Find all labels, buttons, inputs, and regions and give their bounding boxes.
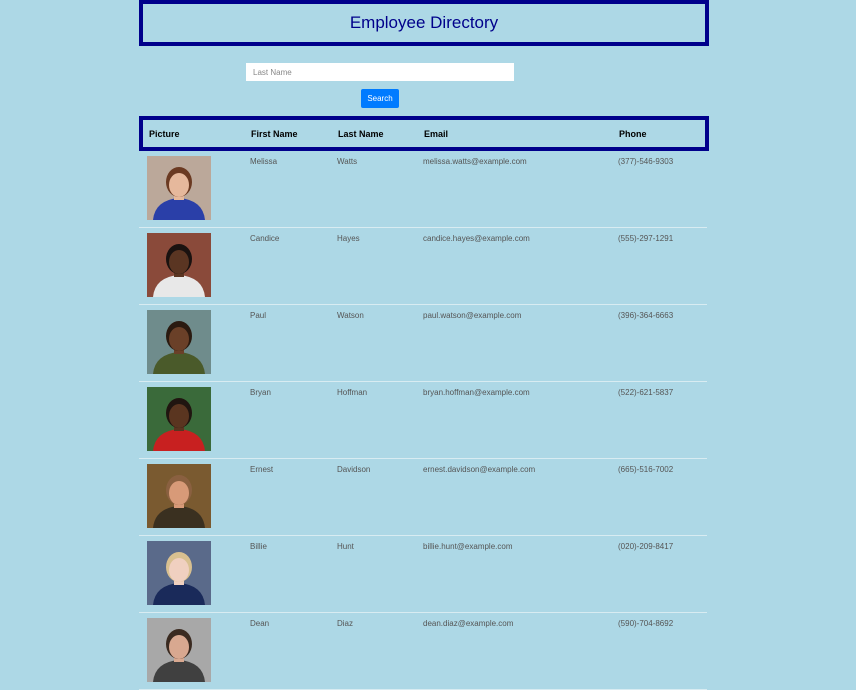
employee-last-name: Watson: [337, 311, 364, 320]
employee-picture: [147, 464, 211, 528]
column-header-picture: Picture: [149, 129, 180, 139]
table-row: Candice Hayes candice.hayes@example.com (55…: [139, 228, 707, 305]
employee-last-name: Watts: [337, 157, 358, 166]
employee-picture: [147, 156, 211, 220]
employee-phone: (396)-364-6663: [618, 311, 674, 320]
search-button[interactable]: Search: [361, 89, 399, 108]
column-header-email: Email: [424, 129, 449, 139]
table-row: Dean Diaz dean.diaz@example.com (590)-704-8…: [139, 613, 707, 690]
table-row: Billie Hunt billie.hunt@example.com (020)-2…: [139, 536, 707, 613]
employee-picture: [147, 387, 211, 451]
employee-last-name: Davidson: [337, 465, 371, 474]
column-header-phone: Phone: [619, 129, 647, 139]
employee-picture: [147, 310, 211, 374]
table-header: Picture First Name Last Name Email Phone: [139, 116, 709, 151]
page-title: Employee Directory: [349, 13, 499, 32]
avatar: [147, 233, 211, 297]
search-area: Search: [139, 46, 709, 116]
employee-phone: (590)-704-8692: [618, 619, 674, 628]
table-row: Paul Watson paul.watson@example.com (396)-3…: [139, 305, 707, 382]
employee-picture: [147, 233, 211, 297]
employee-email: melissa.watts@example.com: [423, 157, 527, 166]
employee-email: dean.diaz@example.com: [423, 619, 514, 628]
table-row: Melissa Watts melissa.watts@example.com (37…: [139, 151, 707, 228]
last-name-search-input[interactable]: [246, 63, 514, 81]
employee-phone: (665)-516-7002: [618, 465, 674, 474]
avatar: [147, 387, 211, 451]
employee-phone: (020)-209-8417: [618, 542, 674, 551]
column-header-first-name: First Name: [251, 129, 298, 139]
column-header-last-name: Last Name: [338, 129, 384, 139]
employee-phone: (555)-297-1291: [618, 234, 674, 243]
employee-first-name: Billie: [250, 542, 267, 551]
avatar: [147, 156, 211, 220]
employee-email: ernest.davidson@example.com: [423, 465, 536, 474]
avatar: [147, 310, 211, 374]
employee-email: paul.watson@example.com: [423, 311, 522, 320]
employee-first-name: Bryan: [250, 388, 271, 397]
employee-last-name: Hunt: [337, 542, 354, 551]
employee-last-name: Diaz: [337, 619, 354, 628]
employee-email: candice.hayes@example.com: [423, 234, 530, 243]
employee-first-name: Dean: [250, 619, 270, 628]
employee-first-name: Melissa: [250, 157, 278, 166]
employee-first-name: Ernest: [250, 465, 274, 474]
employee-picture: [147, 541, 211, 605]
table-row: Bryan Hoffman bryan.hoffman@example.com (52…: [139, 382, 707, 459]
employee-phone: (377)-546-9303: [618, 157, 674, 166]
table-row: Ernest Davidson ernest.davidson@example.co…: [139, 459, 707, 536]
employee-first-name: Candice: [250, 234, 280, 243]
employee-last-name: Hoffman: [337, 388, 368, 397]
employee-last-name: Hayes: [337, 234, 360, 243]
page-header: Employee Directory: [139, 0, 709, 46]
avatar: [147, 464, 211, 528]
employee-email: billie.hunt@example.com: [423, 542, 513, 551]
avatar: [147, 541, 211, 605]
employee-first-name: Paul: [250, 311, 267, 320]
table-body: Melissa Watts melissa.watts@example.com (37…: [139, 151, 709, 690]
employee-picture: [147, 618, 211, 682]
app-container: Employee Directory Search Picture First …: [139, 0, 709, 690]
avatar: [147, 618, 211, 682]
employee-phone: (522)-621-5837: [618, 388, 674, 397]
employee-email: bryan.hoffman@example.com: [423, 388, 530, 397]
